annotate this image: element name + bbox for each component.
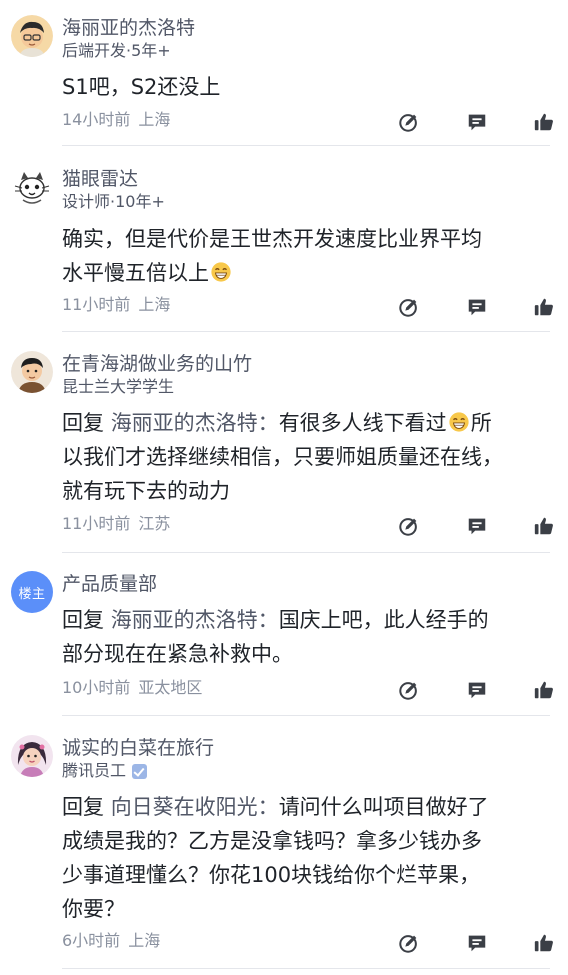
reply-prefix: 回复	[62, 795, 104, 819]
avatar[interactable]	[11, 166, 53, 208]
edit-circle-icon[interactable]	[398, 679, 420, 701]
comment-bubble-icon[interactable]	[466, 296, 488, 318]
comment-text: 有很多人线下看过	[278, 411, 447, 435]
comment-text-line: 你要？	[62, 897, 125, 921]
thumbs-up-icon[interactable]	[533, 296, 555, 318]
reply-target-link[interactable]: 海丽亚的杰洛特：	[111, 411, 279, 435]
comment-time: 11小时前	[62, 514, 131, 533]
comment-bubble-icon[interactable]	[466, 932, 488, 954]
author-name[interactable]: 诚实的白菜在旅行	[62, 736, 214, 760]
comment-footer: 14小时前 上海	[62, 110, 170, 130]
comment-location: 上海	[138, 295, 171, 314]
reply-target-link[interactable]: 海丽亚的杰洛特：	[111, 608, 279, 632]
comment-time: 14小时前	[62, 110, 131, 129]
avatar[interactable]	[11, 15, 53, 57]
author-subtitle: 设计师·10年+	[62, 192, 165, 211]
comment-content: S1吧，S2还没上	[62, 70, 550, 104]
avatar-illustration-icon	[11, 735, 53, 777]
avatar-illustration-icon	[11, 15, 53, 57]
comment-location: 亚太地区	[138, 678, 203, 697]
author-subtitle: 昆士兰大学学生	[62, 377, 175, 396]
comment-text: 请问什么叫项目做好了	[278, 795, 489, 819]
comment-text: 所	[470, 411, 492, 435]
reply-target-link[interactable]: 向日葵在收阳光：	[111, 795, 279, 819]
comment-text-line: 以我们才选择继续相信，只要师姐质量还在线，	[62, 445, 503, 469]
divider	[62, 331, 550, 332]
avatar[interactable]	[11, 735, 53, 777]
grin-emoji-icon	[448, 411, 470, 433]
comment-text: S1吧，S2还没上	[62, 75, 221, 99]
comment-text-line: 部分现在在紧急补救中。	[62, 642, 293, 666]
comment-text-line: 回复 向日葵在收阳光：请问什么叫项目做好了	[62, 790, 550, 824]
comment-content: 回复 海丽亚的杰洛特：国庆上吧，此人经手的 部分现在在紧急补救中。	[62, 603, 550, 671]
owner-badge: 楼主	[18, 586, 46, 602]
divider	[62, 715, 550, 716]
comment-footer: 6小时前 上海	[62, 931, 160, 951]
comment-time: 11小时前	[62, 295, 131, 314]
comment-text-line: 确实，但是代价是王世杰开发速度比业界平均	[62, 227, 482, 251]
edit-circle-icon[interactable]	[398, 515, 420, 537]
thumbs-up-icon[interactable]	[533, 932, 555, 954]
thumbs-up-icon[interactable]	[533, 111, 555, 133]
author-name[interactable]: 在青海湖做业务的山竹	[62, 352, 252, 376]
edit-circle-icon[interactable]	[398, 111, 420, 133]
author-subtitle: 腾讯员工	[62, 761, 148, 781]
verified-icon	[132, 763, 148, 779]
reply-prefix: 回复	[62, 608, 104, 632]
divider	[62, 968, 550, 969]
comment-text-line: 回复 海丽亚的杰洛特：有很多人线下看过所	[62, 406, 550, 440]
divider	[62, 552, 550, 553]
comment-content: 回复 海丽亚的杰洛特：有很多人线下看过所 以我们才选择继续相信，只要师姐质量还在…	[62, 406, 550, 508]
comment-text-line: 就有玩下去的动力	[62, 479, 230, 503]
comment-content: 确实，但是代价是王世杰开发速度比业界平均 水平慢五倍以上	[62, 222, 550, 290]
author-name[interactable]: 产品质量部	[62, 572, 157, 596]
comment-time: 10小时前	[62, 678, 131, 697]
author-subtitle-text: 腾讯员工	[62, 761, 127, 780]
reply-prefix: 回复	[62, 411, 104, 435]
comment-bubble-icon[interactable]	[466, 679, 488, 701]
owner-avatar[interactable]: 楼主	[11, 571, 53, 613]
author-subtitle: 后端开发·5年+	[62, 41, 171, 60]
comment-text-line: 成绩是我的？乙方是没拿钱吗？拿多少钱办多	[62, 829, 482, 853]
comment-footer: 11小时前 江苏	[62, 514, 170, 534]
edit-circle-icon[interactable]	[398, 932, 420, 954]
edit-circle-icon[interactable]	[398, 296, 420, 318]
comment-text: 国庆上吧，此人经手的	[278, 608, 489, 632]
comment-location: 江苏	[138, 514, 171, 533]
comment-footer: 11小时前 上海	[62, 295, 170, 315]
comment-time: 6小时前	[62, 931, 121, 950]
avatar-cat-icon	[11, 166, 53, 208]
comment-location: 上海	[128, 931, 161, 950]
comment-text-line: 少事道理懂么？你花100块钱给你个烂苹果，	[62, 863, 481, 887]
comment-text: 水平慢五倍以上	[62, 261, 209, 285]
thumbs-up-icon[interactable]	[533, 515, 555, 537]
grin-emoji-icon	[210, 261, 232, 283]
comment-footer: 10小时前 亚太地区	[62, 678, 202, 698]
divider	[62, 145, 550, 146]
comment-content: 回复 向日葵在收阳光：请问什么叫项目做好了 成绩是我的？乙方是没拿钱吗？拿多少钱…	[62, 790, 550, 926]
comment-text-line: 回复 海丽亚的杰洛特：国庆上吧，此人经手的	[62, 603, 550, 637]
author-name[interactable]: 猫眼雷达	[62, 167, 138, 191]
author-name[interactable]: 海丽亚的杰洛特	[62, 16, 195, 40]
comment-location: 上海	[138, 110, 171, 129]
comment-bubble-icon[interactable]	[466, 111, 488, 133]
comment-text-line: 水平慢五倍以上	[62, 256, 550, 290]
thumbs-up-icon[interactable]	[533, 679, 555, 701]
avatar[interactable]	[11, 351, 53, 393]
avatar-illustration-icon	[11, 351, 53, 393]
comment-bubble-icon[interactable]	[466, 515, 488, 537]
